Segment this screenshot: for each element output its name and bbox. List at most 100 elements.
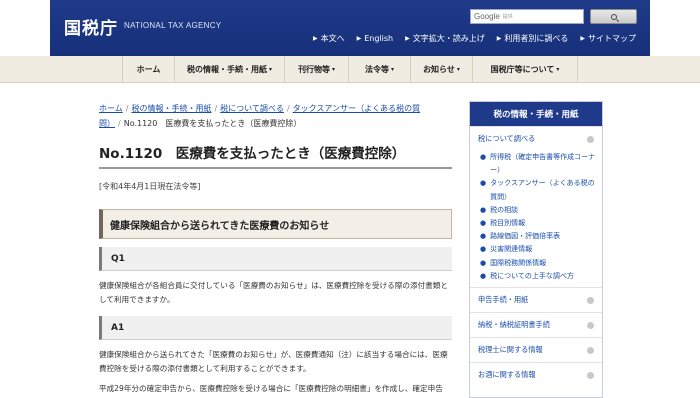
util-link-label: 利用者別に調べる [504, 34, 569, 43]
answer-heading: A1 [99, 316, 452, 340]
circle-icon [587, 346, 594, 354]
sidebar-subitem-label: 所得税（確定申告書等作成コーナー） [490, 153, 596, 175]
circle-icon [587, 371, 594, 379]
sidebar-subitem-label: タックスアンサー（よくある税の質問） [490, 179, 595, 201]
util-link-english[interactable]: ▶ English [357, 33, 394, 44]
site-logo-english: NATIONAL TAX AGENCY [124, 21, 222, 30]
sidebar: 税の情報・手続・用紙 税について調べる ● 所得税（確定申告書等作成コーナー） ●… [469, 101, 603, 398]
sidebar-item-filing[interactable]: 申告手続・用紙 [470, 287, 602, 312]
search-input[interactable]: Google 提供 [470, 9, 584, 24]
sidebar-item-payment[interactable]: 納税・納税証明書手続 [470, 312, 602, 337]
sidebar-subitem[interactable]: ● タックスアンサー（よくある税の質問） [480, 177, 596, 203]
sidebar-subitem[interactable]: ● 路線価図・評価倍率表 [480, 230, 596, 243]
question-heading: Q1 [99, 247, 452, 271]
bullet-icon: ● [480, 219, 487, 228]
answer-text: 健康保険組合から送られてきた「医療費のお知らせ」が、医療費通知（注）に該当する場… [99, 348, 454, 376]
sidebar-subitem-label: 路線価図・評価倍率表 [490, 232, 561, 241]
sidebar-item-label: 申告手続・用紙 [478, 295, 529, 305]
util-link-label: サイトマップ [588, 34, 636, 43]
sidebar-item-label: 納税・納税証明書手続 [478, 320, 550, 330]
sidebar-subitem[interactable]: ● 災害関連情報 [480, 243, 596, 256]
sidebar-item-label: 税について調べる [478, 134, 536, 143]
sidebar-title: 税の情報・手続・用紙 [470, 102, 602, 126]
chevron-down-icon: ▾ [456, 66, 460, 73]
circle-icon [587, 296, 594, 304]
text-line: 平成29年分の確定申告から、医療費控除を受ける場合に「医療費控除の明細書」を作成… [99, 384, 443, 393]
chevron-down-icon: ▾ [390, 66, 394, 73]
arrow-right-icon: ▶ [405, 35, 410, 42]
nav-label: 法令等 [364, 65, 389, 74]
sidebar-subitem[interactable]: ● 所得税（確定申告書等作成コーナー） [480, 151, 596, 177]
nav-tax-info[interactable]: 税の情報・手続・用紙 ▾ [174, 56, 284, 83]
arrow-right-icon: ▶ [312, 35, 318, 42]
question-text: 健康保険組合が各組合員に交付している「医療費のお知らせ」は、医療費控除を受ける際… [99, 279, 454, 307]
global-nav: ホーム 税の情報・手続・用紙 ▾ 刊行物等 ▾ 法令等 ▾ お知らせ ▾ 国税庁等につい… [0, 56, 700, 83]
nav-publications[interactable]: 刊行物等 ▾ [284, 56, 348, 83]
util-link-main-text[interactable]: ▶ 本文へ [313, 33, 345, 44]
utility-links: ▶ 本文へ ▶ English ▶ 文字拡大・読み上げ ▶ 利用者別に調べる ▶ サイトマ… [313, 33, 636, 44]
breadcrumb-separator: / [286, 104, 290, 113]
util-link-by-user[interactable]: ▶ 利用者別に調べる [497, 33, 569, 44]
answer-text-continued: 平成29年分の確定申告から、医療費控除を受ける場合に「医療費控除の明細書」を作成… [99, 382, 454, 396]
arrow-right-icon: ▶ [356, 35, 362, 42]
nav-news[interactable]: お知らせ ▾ [410, 56, 472, 83]
sidebar-subitem[interactable]: ● 国際税務関係情報 [480, 257, 596, 270]
nav-about[interactable]: 国税庁等について ▾ [472, 56, 578, 83]
law-date: [令和4年4月1日現在法令等] [99, 182, 201, 191]
util-link-label: 文字拡大・読み上げ [412, 34, 485, 43]
sidebar-item-label: 税理士に関する情報 [478, 345, 543, 355]
sidebar-subitem[interactable]: ● 税の相談 [480, 204, 596, 217]
util-link-sitemap[interactable]: ▶ サイトマップ [580, 33, 636, 44]
util-link-label: English [364, 34, 394, 43]
bullet-icon: ● [480, 153, 487, 161]
chevron-down-icon: ▾ [556, 66, 560, 73]
sidebar-subitem-label: 税の相談 [490, 205, 519, 214]
breadcrumb-home[interactable]: ホーム [99, 104, 123, 113]
search-provider-label: 提供 [502, 14, 513, 20]
arrow-right-icon: ▶ [496, 35, 502, 42]
search-button[interactable] [590, 9, 637, 24]
title-divider [99, 167, 452, 169]
breadcrumb-separator: / [125, 104, 129, 113]
bullet-icon: ● [480, 232, 487, 241]
text-line: 費控除を受ける際の添付書類として利用することができます。 [99, 364, 311, 373]
text-line: して利用できますか。 [99, 295, 175, 304]
sidebar-subitem[interactable]: ● 税についての上手な調べ方 [480, 270, 596, 283]
bullet-icon: ● [480, 258, 487, 267]
nav-label: 刊行物等 [297, 65, 330, 74]
sidebar-subitem-label: 税についての上手な調べ方 [490, 271, 574, 280]
sidebar-sublist: ● 所得税（確定申告書等作成コーナー） ● タックスアンサー（よくある税の質問） ●… [470, 151, 602, 287]
util-link-text-size[interactable]: ▶ 文字拡大・読み上げ [405, 33, 485, 44]
breadcrumb-current: No.1120 医療費を支払ったとき（医療費控除） [123, 119, 302, 128]
text-line: 健康保険組合が各組合員に交付している「医療費のお知らせ」は、医療費控除を受ける際… [99, 281, 448, 290]
nav-laws[interactable]: 法令等 ▾ [348, 56, 410, 83]
nav-label: 税の情報・手続・用紙 [186, 65, 267, 74]
sidebar-item-research[interactable]: 税について調べる [470, 126, 602, 151]
circle-icon [587, 321, 594, 329]
text-line: 健康保険組合から送られてきた「医療費のお知らせ」が、医療費通知（注）に該当する場… [99, 350, 448, 359]
section-heading: 健康保険組合から送られてきた医療費のお知らせ [99, 209, 452, 239]
sidebar-item-label: お酒に関する情報 [478, 370, 536, 380]
sidebar-subitem[interactable]: ● 税目別情報 [480, 217, 596, 230]
sidebar-item-tax-accountant[interactable]: 税理士に関する情報 [470, 337, 602, 362]
page-title: No.1120 医療費を支払ったとき（医療費控除） [99, 146, 406, 162]
search-google-label: Google [474, 12, 500, 21]
bullet-icon: ● [480, 179, 487, 188]
breadcrumb-separator: / [214, 104, 218, 113]
breadcrumb-research[interactable]: 税について調べる [220, 104, 284, 113]
site-logo[interactable]: 国税庁 [64, 14, 118, 39]
chevron-down-icon: ▾ [331, 66, 335, 73]
bullet-icon: ● [480, 271, 487, 280]
arrow-right-icon: ▶ [580, 35, 585, 42]
nav-label: ホーム [136, 65, 161, 74]
nav-home[interactable]: ホーム [122, 56, 174, 83]
chevron-down-icon: ▾ [268, 66, 272, 73]
nav-label: 国税庁等について [490, 65, 555, 74]
breadcrumb-separator: / [118, 119, 121, 128]
bullet-icon: ● [480, 205, 487, 214]
search-icon [610, 13, 617, 20]
sidebar-item-liquor[interactable]: お酒に関する情報 [470, 362, 602, 387]
sidebar-subitem-label: 災害関連情報 [490, 245, 533, 254]
breadcrumb-tax-info[interactable]: 税の情報・手続・用紙 [131, 104, 211, 113]
site-header: 国税庁 NATIONAL TAX AGENCY Google 提供 ▶ 本文へ ▶… [0, 0, 700, 56]
